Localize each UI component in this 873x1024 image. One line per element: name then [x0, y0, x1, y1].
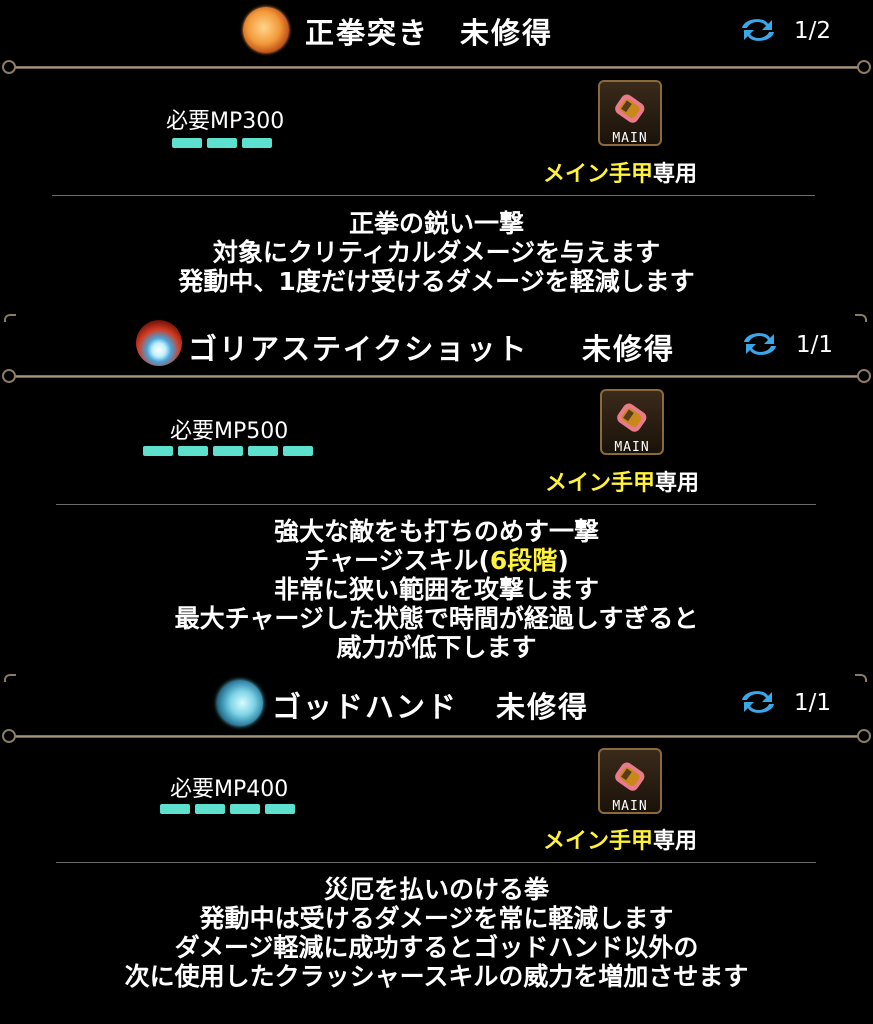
mp-segment — [160, 804, 190, 814]
skill-description: 強大な敵をも打ちのめす一撃 チャージスキル(6段階) 非常に狭い範囲を攻撃します… — [0, 517, 873, 662]
gauntlet-icon — [615, 94, 645, 123]
equip-req-suffix: 専用 — [653, 829, 698, 854]
skill-status: 未修得 — [582, 332, 676, 366]
frame-divider — [14, 735, 859, 738]
frame-ornament-right — [857, 729, 871, 743]
main-gauntlet-slot[interactable]: MAIN — [598, 80, 662, 146]
skill-title-row: ゴリアステイクショット 未修得 1/1 — [0, 312, 873, 370]
desc-line: 最大チャージした状態で時間が経過しすぎると — [174, 604, 699, 633]
skill-status: 未修得 — [496, 690, 590, 724]
desc-line: 発動中、1度だけ受けるダメージを軽減します — [178, 267, 695, 296]
equip-requirement: メイン手甲専用 — [545, 465, 699, 497]
skill-title-row: 正拳突き 未修得 1/2 — [0, 0, 873, 58]
skill-name: ゴッドハンド — [272, 690, 459, 724]
desc-text: チャージスキル( — [304, 546, 490, 575]
desc-line: 災厄を払いのける拳 — [323, 875, 549, 904]
mp-gauge — [143, 446, 313, 456]
frame-divider — [14, 66, 859, 69]
mp-segment — [143, 446, 173, 456]
frame-ornament-left — [2, 729, 16, 743]
equip-slot-tag: MAIN — [614, 440, 650, 455]
mp-requirement: 必要MP500 — [170, 419, 289, 444]
equip-slot-tag: MAIN — [612, 799, 648, 814]
desc-line: 正拳の鋭い一撃 — [348, 209, 524, 238]
equip-slot-tag: MAIN — [612, 131, 648, 146]
section-divider — [56, 862, 816, 863]
equip-requirement: メイン手甲専用 — [543, 823, 697, 855]
swap-icon[interactable] — [738, 686, 778, 718]
mp-segment — [195, 804, 225, 814]
mp-requirement: 必要MP400 — [170, 777, 289, 802]
page-count: 1/1 — [796, 332, 834, 358]
desc-line: 非常に狭い範囲を攻撃します — [273, 575, 599, 604]
desc-line: 発動中は受けるダメージを常に軽減します — [199, 904, 674, 933]
mp-gauge — [172, 138, 272, 148]
frame-ornament-left — [2, 60, 16, 74]
frame-ornament-right — [857, 60, 871, 74]
page-count: 1/1 — [794, 690, 832, 716]
desc-line: ダメージ軽減に成功するとゴッドハンド以外の — [174, 933, 699, 962]
skill-panel-god-hand: ゴッドハンド 未修得 1/1 必要MP400 MAIN メイン手甲専用 災厄を払… — [0, 672, 873, 1024]
skill-name: ゴリアステイクショット — [188, 332, 529, 366]
section-divider — [56, 504, 816, 505]
mp-segment — [283, 446, 313, 456]
charge-stage-highlight: 6段階 — [489, 546, 558, 575]
equip-req-suffix: 専用 — [653, 162, 698, 187]
mp-segment — [248, 446, 278, 456]
frame-ornament-left — [2, 369, 16, 383]
skill-panel-seiken: 正拳突き 未修得 1/2 必要MP300 MAIN メイン手甲専用 正拳の鋭い一… — [0, 0, 873, 310]
mp-segment — [265, 804, 295, 814]
mp-requirement: 必要MP300 — [166, 109, 285, 134]
fist-icon — [243, 7, 289, 53]
mp-segment — [178, 446, 208, 456]
swap-icon[interactable] — [740, 328, 780, 360]
skill-title-row: ゴッドハンド 未修得 1/1 — [0, 672, 873, 730]
desc-line: 強大な敵をも打ちのめす一撃 — [273, 517, 599, 546]
main-gauntlet-slot[interactable]: MAIN — [598, 748, 662, 814]
gauntlet-icon — [617, 403, 647, 432]
mp-segment — [242, 138, 272, 148]
desc-line: 対象にクリティカルダメージを与えます — [212, 238, 661, 267]
equip-req-main: メイン手甲 — [543, 829, 654, 854]
skill-status: 未修得 — [460, 16, 554, 50]
page-count: 1/2 — [794, 18, 832, 44]
equip-req-main: メイン手甲 — [543, 162, 654, 187]
skill-description: 災厄を払いのける拳 発動中は受けるダメージを常に軽減します ダメージ軽減に成功す… — [0, 875, 873, 991]
section-divider — [52, 195, 815, 196]
frame-ornament-right — [857, 369, 871, 383]
mp-gauge — [160, 804, 295, 814]
gorilla-stake-icon — [136, 320, 182, 366]
skill-panel-gorilla-stake-shot: ゴリアステイクショット 未修得 1/1 必要MP500 MAIN メイン手甲専用… — [0, 312, 873, 672]
gauntlet-icon — [615, 762, 645, 791]
mp-segment — [213, 446, 243, 456]
mp-segment — [172, 138, 202, 148]
desc-line: 威力が低下します — [336, 633, 537, 662]
desc-text: ) — [557, 546, 569, 575]
mp-segment — [207, 138, 237, 148]
god-hand-icon — [217, 680, 263, 726]
equip-requirement: メイン手甲専用 — [543, 156, 697, 188]
swap-icon[interactable] — [738, 14, 778, 46]
equip-req-suffix: 専用 — [655, 471, 700, 496]
skill-description: 正拳の鋭い一撃 対象にクリティカルダメージを与えます 発動中、1度だけ受けるダメ… — [0, 209, 873, 296]
desc-line-charge: チャージスキル(6段階) — [0, 546, 873, 575]
desc-line: 次に使用したクラッシャースキルの威力を増加させます — [124, 962, 749, 991]
equip-req-main: メイン手甲 — [545, 471, 656, 496]
frame-divider — [14, 375, 859, 378]
skill-name: 正拳突き — [305, 16, 430, 50]
main-gauntlet-slot[interactable]: MAIN — [600, 389, 664, 455]
mp-segment — [230, 804, 260, 814]
